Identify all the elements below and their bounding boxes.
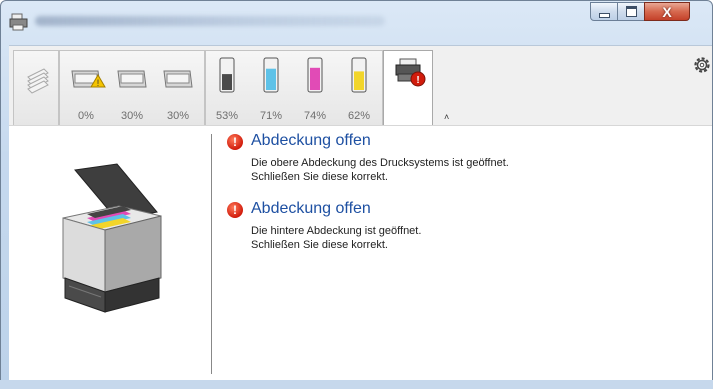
tray-3-level: 30%	[166, 110, 190, 122]
warning-icon: !	[90, 74, 106, 88]
title-bar[interactable]: X	[1, 1, 712, 45]
printer-cover-open-image	[62, 163, 162, 313]
tab-device-status[interactable]: !	[383, 50, 433, 127]
status-message-title: Abdeckung offen	[251, 200, 371, 217]
window-title-blurred	[35, 16, 385, 26]
toner-cyan-level: 71%	[259, 110, 283, 122]
status-message-title: Abdeckung offen	[251, 132, 371, 149]
status-message-line: Die hintere Abdeckung ist geöffnet.	[251, 225, 422, 237]
printer-error-icon: !	[395, 58, 426, 87]
window-bottom-border	[0, 380, 713, 389]
toner-fill-level	[310, 67, 320, 90]
tab-toner-levels[interactable]: 53% 71% 74% 62%	[205, 50, 383, 126]
status-detail-panel: ! Abdeckung offen Die obere Abdeckung de…	[9, 125, 712, 388]
tray-1-level: 0%	[78, 110, 94, 122]
toner-yellow-icon	[351, 57, 367, 93]
minimize-button[interactable]	[590, 2, 618, 21]
paper-tray-icon	[163, 70, 193, 88]
status-monitor-window: X ! 0% 30% 30% 53% 71% 74% 62% ! ˄ ! Abd…	[0, 0, 713, 389]
error-icon: !	[227, 202, 243, 218]
svg-text:!: !	[416, 75, 419, 86]
maximize-button[interactable]	[617, 2, 645, 21]
paper-tray-icon	[117, 70, 147, 88]
svg-text:!: !	[97, 78, 100, 88]
toner-fill-level	[354, 71, 364, 90]
tab-paper-overview[interactable]	[13, 50, 59, 126]
toner-black-icon	[219, 57, 235, 93]
close-icon: X	[662, 3, 672, 20]
minimize-icon	[598, 12, 610, 18]
panel-divider	[211, 134, 212, 374]
status-message-line: Schließen Sie diese korrekt.	[251, 239, 388, 251]
device-status-toolbar: ! 0% 30% 30% 53% 71% 74% 62% ! ˄	[9, 45, 712, 127]
maximize-icon	[625, 6, 637, 17]
status-message-line: Schließen Sie diese korrekt.	[251, 171, 388, 183]
tray-2-level: 30%	[120, 110, 144, 122]
printer-app-icon	[9, 13, 28, 31]
toner-fill-level	[266, 68, 276, 90]
paper-stack-icon	[27, 68, 49, 94]
toner-fill-level	[222, 74, 232, 90]
close-button[interactable]: X	[644, 2, 690, 21]
toner-yellow-level: 62%	[347, 110, 371, 122]
gear-icon[interactable]	[692, 55, 712, 75]
toner-black-level: 53%	[215, 110, 239, 122]
status-message-line: Die obere Abdeckung des Drucksystems ist…	[251, 157, 509, 169]
error-icon: !	[227, 134, 243, 150]
toner-magenta-level: 74%	[303, 110, 327, 122]
toner-magenta-icon	[307, 57, 323, 93]
toner-cyan-icon	[263, 57, 279, 93]
collapse-toolbar-button[interactable]: ˄	[444, 112, 449, 122]
tab-paper-trays[interactable]: ! 0% 30% 30%	[59, 50, 205, 126]
